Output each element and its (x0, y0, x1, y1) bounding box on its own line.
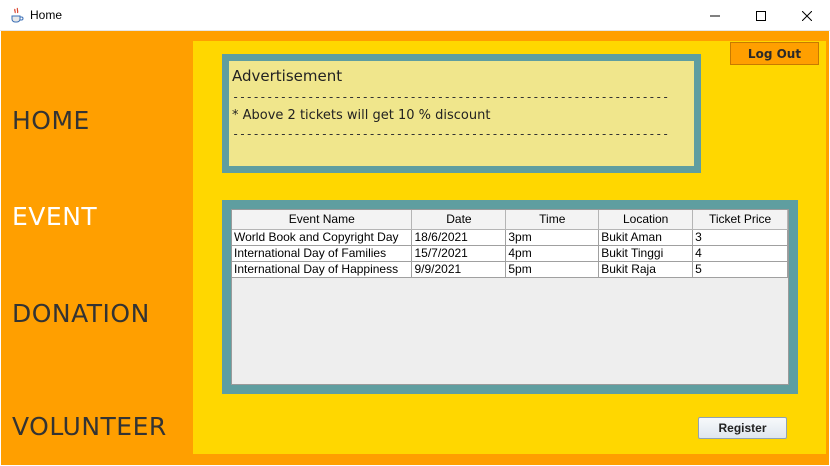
table-cell[interactable]: World Book and Copyright Day (232, 229, 413, 246)
advertisement-title: Advertisement (232, 67, 343, 85)
table-cell[interactable]: 9/9/2021 (411, 261, 507, 278)
logout-button[interactable]: Log Out (730, 42, 819, 65)
events-table: Event Name Date Time Location Ticket Pri… (232, 210, 788, 278)
table-cell[interactable]: 3 (692, 229, 788, 246)
events-table-viewport[interactable]: Event Name Date Time Location Ticket Pri… (231, 209, 789, 385)
window-title: Home (30, 8, 63, 22)
sidebar-item-volunteer[interactable]: VOLUNTEER (12, 412, 167, 441)
table-row[interactable]: World Book and Copyright Day 18/6/2021 3… (232, 229, 788, 246)
table-cell[interactable]: 4pm (505, 245, 600, 262)
table-cell[interactable]: International Day of Families (232, 245, 413, 262)
column-header-location[interactable]: Location (598, 210, 694, 230)
window-titlebar: Home (0, 0, 830, 31)
minimize-button[interactable] (692, 0, 738, 31)
table-cell[interactable]: 3pm (505, 229, 600, 246)
advertisement-content: Advertisement --------------------------… (229, 61, 694, 166)
table-row[interactable]: International Day of Families 15/7/2021 … (232, 245, 788, 262)
close-button[interactable] (784, 0, 830, 31)
table-cell[interactable]: 5 (692, 261, 788, 278)
maximize-button[interactable] (738, 0, 784, 31)
table-cell[interactable]: 5pm (505, 261, 600, 278)
java-cup-icon (9, 7, 25, 23)
column-header-time[interactable]: Time (505, 210, 600, 230)
sidebar-item-home[interactable]: HOME (12, 106, 90, 135)
table-cell[interactable]: 4 (692, 245, 788, 262)
table-row[interactable]: International Day of Happiness 9/9/2021 … (232, 261, 788, 278)
advertisement-divider-top: ----------------------------------------… (232, 90, 669, 104)
table-cell[interactable]: International Day of Happiness (232, 261, 413, 278)
register-button[interactable]: Register (698, 417, 787, 439)
column-header-ticket-price[interactable]: Ticket Price (692, 210, 788, 230)
column-header-event-name[interactable]: Event Name (232, 210, 413, 230)
table-cell[interactable]: 18/6/2021 (411, 229, 507, 246)
minimize-icon (710, 15, 720, 16)
table-cell[interactable]: Bukit Aman (598, 229, 694, 246)
sidebar-item-donation[interactable]: DONATION (12, 299, 150, 328)
column-header-date[interactable]: Date (411, 210, 507, 230)
sidebar-item-event[interactable]: EVENT (12, 202, 97, 231)
advertisement-message: * Above 2 tickets will get 10 % discount (232, 108, 491, 123)
events-panel: Event Name Date Time Location Ticket Pri… (222, 200, 798, 394)
advertisement-divider-bottom: ----------------------------------------… (232, 127, 669, 141)
advertisement-panel: Advertisement --------------------------… (222, 54, 701, 173)
table-cell[interactable]: Bukit Tinggi (598, 245, 694, 262)
table-header-row: Event Name Date Time Location Ticket Pri… (232, 210, 788, 230)
maximize-icon (756, 10, 766, 21)
table-cell[interactable]: Bukit Raja (598, 261, 694, 278)
table-cell[interactable]: 15/7/2021 (411, 245, 507, 262)
close-icon (802, 10, 812, 21)
